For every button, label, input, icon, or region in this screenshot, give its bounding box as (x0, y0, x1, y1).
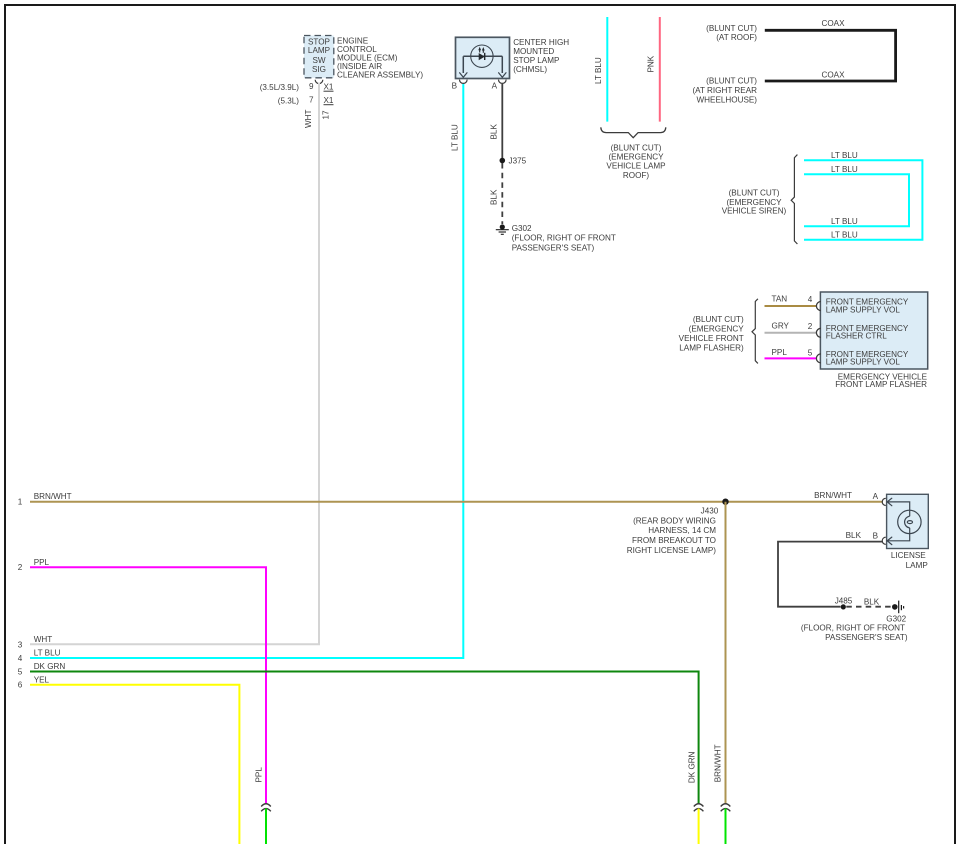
svg-text:7: 7 (309, 96, 314, 105)
svg-text:BRN/WHT: BRN/WHT (34, 492, 72, 501)
svg-text:(BLUNT CUT): (BLUNT CUT) (706, 24, 757, 33)
svg-text:PASSENGER'S SEAT): PASSENGER'S SEAT) (825, 633, 908, 642)
svg-text:(FLOOR, RIGHT OF FRONT: (FLOOR, RIGHT OF FRONT (801, 624, 905, 633)
svg-text:LT BLU: LT BLU (451, 124, 460, 151)
svg-text:BLK: BLK (846, 531, 862, 540)
svg-text:FROM BREAKOUT TO: FROM BREAKOUT TO (632, 536, 716, 545)
svg-text:(AT ROOF): (AT ROOF) (716, 33, 757, 42)
svg-text:PNK: PNK (647, 55, 656, 72)
svg-text:(BLUNT CUT): (BLUNT CUT) (729, 188, 780, 197)
svg-text:4: 4 (808, 295, 813, 304)
svg-text:FLASHER CTRL: FLASHER CTRL (826, 332, 887, 341)
svg-text:2: 2 (808, 322, 813, 331)
svg-text:BLK: BLK (490, 189, 499, 205)
svg-text:BRN/WHT: BRN/WHT (714, 744, 723, 782)
svg-text:(EMERGENCY: (EMERGENCY (608, 153, 664, 162)
svg-text:(EMERGENCY: (EMERGENCY (689, 325, 745, 334)
svg-text:(5.3L): (5.3L) (278, 97, 300, 106)
svg-text:YEL: YEL (34, 676, 50, 685)
svg-text:9: 9 (309, 82, 314, 91)
svg-text:PPL: PPL (255, 767, 264, 783)
svg-text:GRY: GRY (772, 322, 790, 331)
svg-text:WHT: WHT (304, 109, 313, 128)
svg-text:X1: X1 (324, 83, 334, 92)
svg-text:PPL: PPL (34, 558, 50, 567)
svg-text:B: B (452, 82, 457, 91)
svg-text:TAN: TAN (772, 295, 788, 304)
svg-text:LT BLU: LT BLU (831, 151, 858, 160)
svg-text:3: 3 (18, 640, 23, 649)
svg-text:CLEANER ASSEMBLY): CLEANER ASSEMBLY) (337, 71, 423, 80)
svg-text:WHEELHOUSE): WHEELHOUSE) (697, 96, 758, 105)
svg-text:BRN/WHT: BRN/WHT (814, 491, 852, 500)
svg-text:J485: J485 (835, 597, 853, 606)
svg-text:COAX: COAX (821, 71, 845, 80)
svg-text:LAMP SUPPLY VOL: LAMP SUPPLY VOL (826, 305, 901, 314)
svg-text:SW: SW (312, 56, 325, 65)
svg-text:PPL: PPL (772, 348, 788, 357)
svg-text:LAMP: LAMP (906, 561, 928, 570)
svg-text:(3.5L/3.9L): (3.5L/3.9L) (260, 83, 300, 92)
svg-text:J375: J375 (509, 157, 527, 166)
svg-text:4: 4 (18, 654, 23, 663)
svg-text:DK GRN: DK GRN (688, 751, 697, 783)
svg-text:LAMP SUPPLY VOL: LAMP SUPPLY VOL (826, 358, 901, 367)
svg-text:(FLOOR, RIGHT OF FRONT: (FLOOR, RIGHT OF FRONT (512, 234, 616, 243)
svg-text:VEHICLE LAMP: VEHICLE LAMP (606, 162, 665, 171)
svg-text:LT BLU: LT BLU (594, 57, 603, 84)
svg-text:6: 6 (18, 681, 23, 690)
svg-text:PASSENGER'S SEAT): PASSENGER'S SEAT) (512, 243, 595, 252)
svg-text:(BLUNT CUT): (BLUNT CUT) (706, 77, 757, 86)
svg-text:LAMP FLASHER): LAMP FLASHER) (679, 344, 744, 353)
svg-text:G302: G302 (512, 224, 532, 233)
svg-text:VEHICLE FRONT: VEHICLE FRONT (679, 334, 744, 343)
svg-text:LAMP: LAMP (308, 46, 330, 55)
svg-text:STOP LAMP: STOP LAMP (513, 56, 559, 65)
svg-text:LICENSE: LICENSE (891, 551, 926, 560)
svg-text:COAX: COAX (821, 19, 845, 28)
svg-text:VEHICLE SIREN): VEHICLE SIREN) (722, 207, 787, 216)
svg-text:A: A (492, 82, 498, 91)
svg-text:LT BLU: LT BLU (34, 649, 61, 658)
svg-text:FRONT LAMP FLASHER: FRONT LAMP FLASHER (835, 380, 927, 389)
svg-text:DK GRN: DK GRN (34, 662, 66, 671)
svg-text:(REAR BODY WIRING: (REAR BODY WIRING (633, 516, 716, 525)
svg-text:X1: X1 (324, 96, 334, 105)
svg-text:(CHMSL): (CHMSL) (513, 65, 547, 74)
svg-text:LT BLU: LT BLU (831, 217, 858, 226)
svg-text:A: A (873, 492, 879, 501)
svg-text:5: 5 (18, 667, 23, 676)
svg-text:(AT RIGHT REAR: (AT RIGHT REAR (692, 86, 757, 95)
svg-text:J430: J430 (701, 507, 719, 516)
svg-text:(BLUNT CUT): (BLUNT CUT) (611, 144, 662, 153)
svg-text:WHT: WHT (34, 635, 53, 644)
svg-text:HARNESS, 14 CM: HARNESS, 14 CM (648, 526, 716, 535)
svg-text:17: 17 (322, 110, 331, 120)
svg-text:2: 2 (18, 563, 23, 572)
svg-text:LT BLU: LT BLU (831, 231, 858, 240)
svg-text:LT BLU: LT BLU (831, 165, 858, 174)
svg-text:(BLUNT CUT): (BLUNT CUT) (693, 315, 744, 324)
svg-text:BLK: BLK (864, 598, 880, 607)
svg-text:SIG: SIG (312, 65, 326, 74)
svg-text:RIGHT LICENSE LAMP): RIGHT LICENSE LAMP) (627, 546, 717, 555)
svg-text:MOUNTED: MOUNTED (513, 47, 554, 56)
svg-text:5: 5 (808, 348, 813, 357)
svg-text:BLK: BLK (490, 124, 499, 140)
svg-text:CENTER HIGH: CENTER HIGH (513, 38, 569, 47)
svg-text:1: 1 (18, 498, 23, 507)
svg-text:B: B (873, 532, 878, 541)
svg-text:ROOF): ROOF) (623, 171, 649, 180)
svg-text:G302: G302 (886, 614, 906, 623)
